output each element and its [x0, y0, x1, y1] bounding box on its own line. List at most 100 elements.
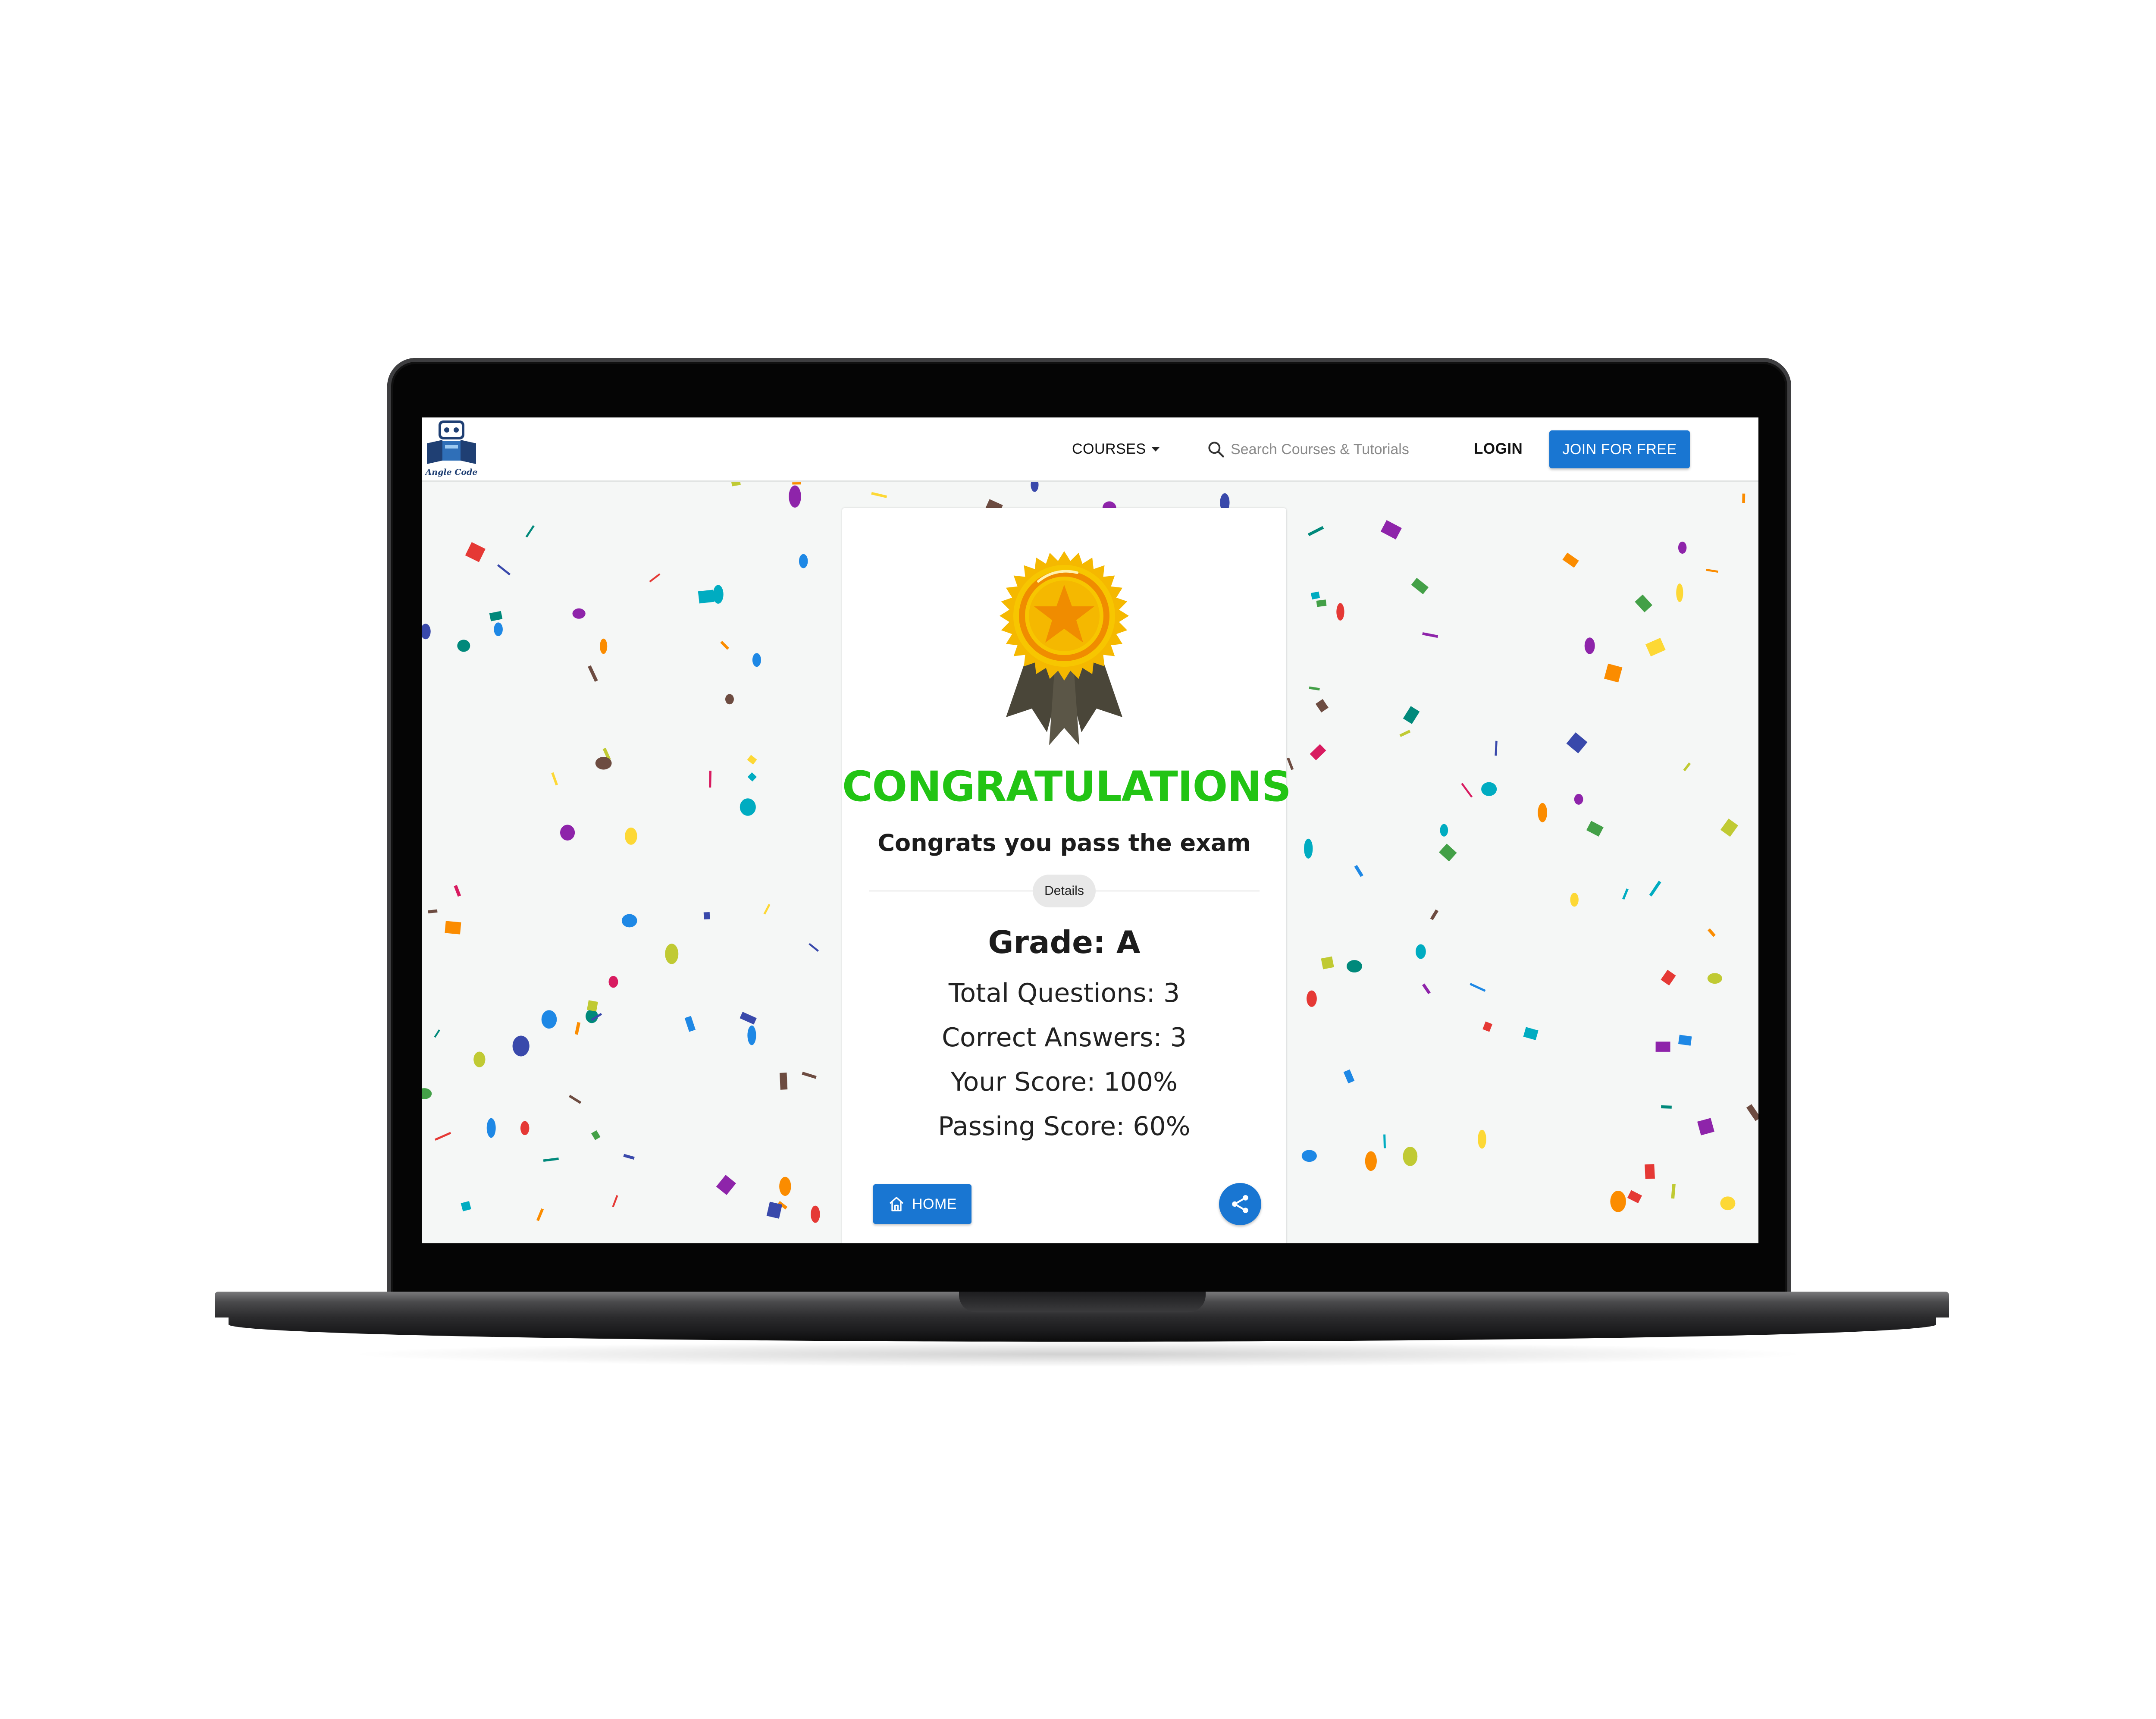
confetti-piece	[1301, 1150, 1317, 1162]
confetti-piece	[486, 1118, 496, 1138]
confetti-piece	[779, 1073, 788, 1090]
confetti-piece	[591, 1130, 601, 1140]
confetti-piece	[1683, 762, 1691, 772]
passing-score: Passing Score: 60%	[938, 1111, 1191, 1142]
confetti-piece	[608, 976, 618, 988]
search-input[interactable]	[1231, 441, 1416, 458]
laptop-shadow	[345, 1341, 1811, 1367]
confetti-piece	[1746, 1104, 1758, 1121]
confetti-piece	[1470, 983, 1486, 992]
confetti-piece	[1661, 1105, 1672, 1109]
confetti-piece	[747, 772, 757, 782]
confetti-piece	[1365, 1151, 1377, 1171]
confetti-piece	[740, 798, 756, 816]
confetti-piece	[1380, 520, 1402, 540]
confetti-piece	[740, 1012, 757, 1025]
confetti-piece	[422, 624, 431, 640]
top-navbar: Angle Code COURSES LOGIN JOIN FOR FREE	[422, 417, 1758, 482]
confetti-piece	[1655, 1041, 1670, 1052]
confetti-piece	[551, 772, 558, 786]
join-for-free-button[interactable]: JOIN FOR FREE	[1549, 430, 1690, 468]
confetti-piece	[612, 1195, 618, 1208]
confetti-piece	[520, 1121, 530, 1136]
confetti-piece	[568, 1095, 582, 1104]
courses-dropdown[interactable]: COURSES	[1072, 438, 1160, 460]
confetti-piece	[422, 1088, 432, 1099]
confetti-piece	[1584, 637, 1595, 654]
confetti-piece	[536, 1208, 544, 1221]
confetti-piece	[720, 641, 729, 650]
confetti-piece	[621, 914, 637, 928]
home-label: HOME	[912, 1195, 957, 1212]
confetti-piece	[1422, 632, 1438, 638]
logo-text: Angle Code	[425, 467, 478, 477]
confetti-piece	[1321, 956, 1334, 969]
confetti-piece	[799, 554, 808, 568]
confetti-piece	[1574, 794, 1583, 805]
confetti-piece	[1416, 944, 1426, 959]
confetti-piece	[591, 1013, 602, 1021]
share-button[interactable]	[1219, 1183, 1261, 1225]
confetti-piece	[1422, 983, 1431, 994]
robot-logo-icon	[427, 420, 476, 464]
details-chip: Details	[1033, 875, 1096, 907]
confetti-piece	[789, 485, 801, 508]
confetti-piece	[684, 1016, 696, 1032]
confetti-piece	[489, 611, 503, 621]
confetti-piece	[779, 1176, 791, 1196]
confetti-piece	[1523, 1027, 1539, 1040]
confetti-piece	[1461, 783, 1473, 798]
confetti-piece	[574, 1022, 581, 1035]
share-icon	[1232, 1195, 1248, 1213]
confetti-piece	[1310, 591, 1320, 600]
confetti-piece	[1304, 838, 1313, 859]
login-link[interactable]: LOGIN	[1474, 438, 1523, 460]
confetti-piece	[454, 885, 461, 897]
confetti-piece	[1570, 893, 1579, 907]
confetti-piece	[792, 482, 801, 485]
confetti-piece	[1354, 865, 1363, 877]
confetti-piece	[1383, 1134, 1386, 1148]
confetti-piece	[1538, 803, 1547, 822]
laptop-notch	[959, 1292, 1206, 1312]
confetti-piece	[698, 590, 714, 604]
site-logo[interactable]: Angle Code	[423, 419, 479, 479]
your-score: Your Score: 100%	[950, 1067, 1178, 1097]
confetti-piece	[1708, 928, 1716, 937]
home-icon	[889, 1197, 904, 1211]
confetti-piece	[572, 608, 586, 619]
confetti-piece	[808, 943, 819, 952]
confetti-piece	[473, 1051, 486, 1067]
confetti-piece	[1307, 990, 1317, 1007]
confetti-piece	[1566, 732, 1588, 753]
laptop-screen: Angle Code COURSES LOGIN JOIN FOR FREE	[422, 417, 1758, 1243]
confetti-piece	[747, 1025, 756, 1045]
confetti-piece	[587, 1000, 598, 1012]
home-button[interactable]: HOME	[873, 1184, 971, 1224]
confetti-piece	[1346, 960, 1362, 972]
confetti-piece	[763, 903, 771, 915]
search-bar[interactable]	[1206, 436, 1418, 462]
confetti-piece	[709, 771, 712, 788]
confetti-piece	[1309, 686, 1320, 691]
confetti-piece	[703, 912, 710, 919]
confetti-piece	[1586, 821, 1604, 837]
confetti-piece	[445, 921, 461, 935]
confetti-piece	[1481, 782, 1497, 796]
confetti-piece	[747, 755, 757, 765]
confetti-piece	[1645, 637, 1666, 657]
confetti-piece	[1482, 1021, 1493, 1032]
confetti-piece	[777, 1201, 788, 1210]
correct-answers: Correct Answers: 3	[942, 1023, 1187, 1053]
courses-label: COURSES	[1072, 440, 1146, 457]
confetti-piece	[716, 1175, 736, 1195]
confetti-piece	[595, 756, 612, 770]
confetti-piece	[1495, 740, 1498, 756]
confetti-piece	[586, 1009, 598, 1023]
confetti-piece	[1478, 1129, 1486, 1149]
confetti-piece	[602, 747, 611, 761]
confetti-piece	[434, 1029, 440, 1038]
confetti-piece	[1707, 973, 1722, 984]
confetti-piece	[600, 638, 608, 654]
confetti-piece	[1676, 583, 1683, 602]
